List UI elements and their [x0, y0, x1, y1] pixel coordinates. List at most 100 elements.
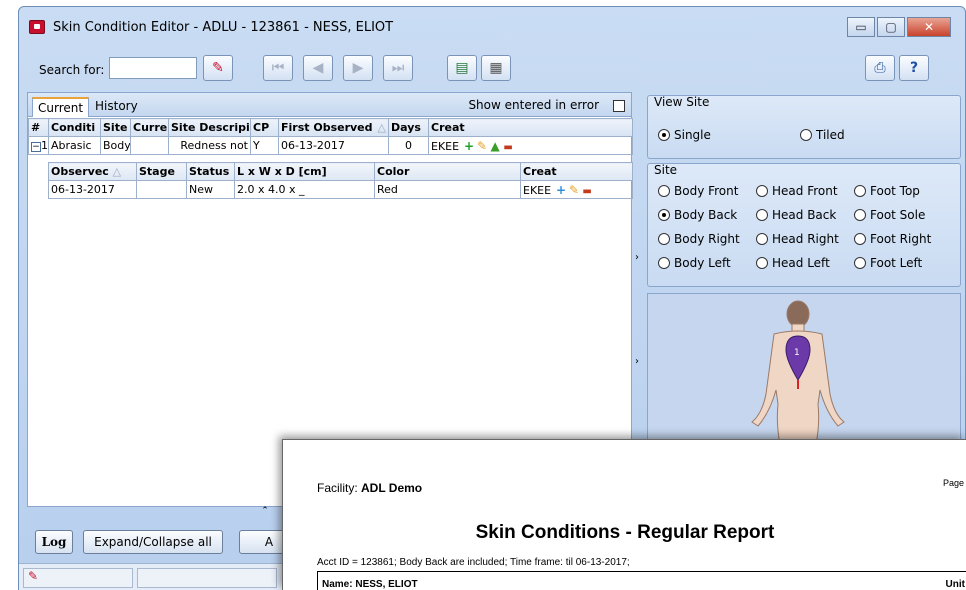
cell-size: 2.0 x 4.0 x _ — [234, 180, 375, 199]
radio-head-right[interactable]: Head Right — [756, 232, 839, 246]
last-record-button[interactable]: ⏭ — [383, 55, 413, 81]
add-icon[interactable]: + — [555, 183, 568, 197]
radio-head-back[interactable]: Head Back — [756, 208, 836, 222]
tab-history[interactable]: History — [90, 97, 143, 117]
expand-right-icon-2[interactable]: › — [635, 356, 639, 367]
col-color[interactable]: Color — [374, 162, 521, 181]
eraser-button[interactable]: ✎ — [203, 55, 233, 81]
radio-tiled[interactable]: Tiled — [800, 128, 845, 142]
cell-cp: Y — [250, 136, 279, 155]
col-current[interactable]: Curre — [130, 118, 169, 137]
edit-icon[interactable]: ✎ — [476, 139, 489, 153]
print-button[interactable]: ⎙ — [865, 55, 895, 81]
status-cell-icon: ✎ — [23, 568, 133, 588]
add-observation-icon[interactable]: + — [463, 139, 476, 153]
table-row[interactable]: 06-13-2017 New 2.0 x 4.0 x _ Red EKEE + ✎… — [48, 180, 633, 199]
radio-head-left[interactable]: Head Left — [756, 256, 830, 270]
view-site-group: View Site Single Tiled — [647, 95, 961, 159]
col-status[interactable]: Status — [186, 162, 235, 181]
col-site-description[interactable]: Site Descripi — [168, 118, 251, 137]
radio-foot-top[interactable]: Foot Top — [854, 184, 920, 198]
body-back-view[interactable]: 1 — [647, 293, 961, 453]
search-input[interactable] — [109, 57, 197, 79]
col-cp[interactable]: CP — [250, 118, 279, 137]
cell-status: New — [186, 180, 235, 199]
document-button[interactable]: ▦ — [481, 55, 511, 81]
col-obs-created[interactable]: Creat — [520, 162, 633, 181]
site-group: Site Body Front Head Front Foot Top Body… — [647, 163, 961, 287]
tab-current[interactable]: Current — [32, 97, 90, 117]
col-observed[interactable]: Observec △ — [48, 162, 137, 181]
expand-collapse-all-button[interactable]: Expand/Collapse all — [83, 530, 223, 554]
col-condition[interactable]: Conditi — [48, 118, 101, 137]
report-acct-line: Acct ID = 123861; Body Back are included… — [317, 557, 630, 568]
next-record-button[interactable]: ▶ — [343, 55, 373, 81]
col-created[interactable]: Creat — [428, 118, 633, 137]
cell-first-observed: 06-13-2017 — [278, 136, 389, 155]
radio-icon — [658, 233, 670, 245]
close-button[interactable]: ✕ — [907, 17, 951, 37]
report-name-bar: Name: NESS, ELIOT Unit — [317, 571, 966, 590]
table-row[interactable]: −1 Abrasic Body Redness not Y 06-13-2017… — [28, 136, 633, 155]
tabs-bar: Current History Show entered in error — [28, 93, 631, 117]
eraser-status-icon: ✎ — [28, 569, 39, 583]
col-days[interactable]: Days — [388, 118, 429, 137]
radio-body-right[interactable]: Body Right — [658, 232, 740, 246]
first-record-button[interactable]: ⏮ — [263, 55, 293, 81]
delete-icon[interactable]: ▬ — [581, 186, 594, 197]
minimize-button[interactable]: ▭ — [847, 17, 875, 37]
collapse-icon[interactable]: − — [31, 142, 41, 152]
report-preview: Facility: ADL Demo Page Skin Conditions … — [282, 439, 966, 590]
show-entered-in-error-label: Show entered in error — [468, 98, 599, 112]
report-page-label: Page — [942, 478, 964, 488]
col-first-observed[interactable]: First Observed △ — [278, 118, 389, 137]
first-icon: ⏮ — [271, 60, 285, 76]
radio-icon — [854, 209, 866, 221]
conditions-table: # Conditi Site Curre Site Descripi CP Fi… — [28, 118, 633, 155]
edit-icon[interactable]: ✎ — [568, 183, 581, 197]
radio-selected-icon — [658, 209, 670, 221]
radio-body-front[interactable]: Body Front — [658, 184, 738, 198]
radio-body-back[interactable]: Body Back — [658, 208, 737, 222]
wound-marker-label: 1 — [794, 348, 800, 358]
radio-body-left[interactable]: Body Left — [658, 256, 731, 270]
cell-site: Body — [100, 136, 131, 155]
cell-current — [130, 136, 169, 155]
radio-foot-right[interactable]: Foot Right — [854, 232, 931, 246]
radio-selected-icon — [658, 129, 670, 141]
radio-icon — [756, 209, 768, 221]
resolve-thumbs-up-icon[interactable]: ▲ — [489, 139, 502, 153]
radio-single[interactable]: Single — [658, 128, 711, 142]
col-site[interactable]: Site — [100, 118, 131, 137]
maximize-button[interactable]: ▢ — [877, 17, 905, 37]
help-button[interactable]: ? — [899, 55, 929, 81]
cell-site-description: Redness not — [168, 136, 251, 155]
app-icon — [29, 20, 45, 34]
delete-icon[interactable]: ▬ — [502, 142, 515, 153]
report-button[interactable]: ▤ — [447, 55, 477, 81]
log-button[interactable]: Log — [35, 530, 73, 554]
radio-icon — [756, 185, 768, 197]
expand-right-icon[interactable]: › — [635, 252, 639, 263]
print-icon: ⎙ — [874, 60, 886, 76]
radio-icon — [756, 233, 768, 245]
report-facility: Facility: ADL Demo — [317, 481, 423, 495]
show-entered-in-error-checkbox[interactable] — [613, 100, 625, 112]
radio-head-front[interactable]: Head Front — [756, 184, 838, 198]
body-back-figure: 1 — [751, 300, 845, 445]
window-title: Skin Condition Editor - ADLU - 123861 - … — [53, 20, 394, 35]
radio-foot-sole[interactable]: Foot Sole — [854, 208, 925, 222]
last-icon: ⏭ — [391, 60, 405, 76]
report-unit-label: Unit — [945, 579, 965, 590]
radio-foot-left[interactable]: Foot Left — [854, 256, 922, 270]
col-num[interactable]: # — [28, 118, 49, 137]
report-icon: ▤ — [455, 60, 469, 76]
col-stage[interactable]: Stage — [136, 162, 187, 181]
status-cell — [137, 568, 277, 588]
cell-observed: 06-13-2017 — [48, 180, 137, 199]
next-icon: ▶ — [352, 60, 364, 76]
radio-icon — [800, 129, 812, 141]
cell-condition: Abrasic — [48, 136, 101, 155]
col-size[interactable]: L x W x D [cm] — [234, 162, 375, 181]
previous-record-button[interactable]: ◀ — [303, 55, 333, 81]
